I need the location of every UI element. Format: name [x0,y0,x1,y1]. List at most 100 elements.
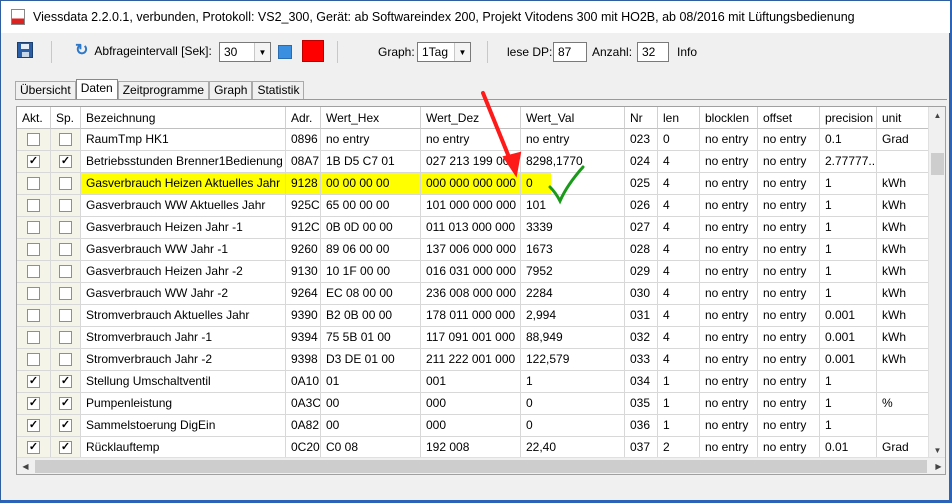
sp-checkbox[interactable] [59,287,72,300]
vertical-scroll-thumb[interactable] [931,153,944,175]
cell-len[interactable]: 0 [658,129,700,151]
info-button[interactable]: Info [677,45,697,59]
cell-wert-dez[interactable]: 000 [421,393,521,415]
cell-unit[interactable] [877,151,929,173]
akt-checkbox[interactable] [27,331,40,344]
header-col-adr[interactable]: Adr. [286,107,321,129]
cell-wert-dez[interactable]: 001 [421,371,521,393]
akt-checkbox[interactable] [27,199,40,212]
cell-precision[interactable]: 1 [820,173,877,195]
scroll-right-icon[interactable]: ▶ [930,458,945,474]
cell-wert-val[interactable]: 2284 [521,283,625,305]
cell-precision[interactable]: 1 [820,283,877,305]
cell-wert-val[interactable]: 0 [521,393,625,415]
tab-graph[interactable]: Graph [209,81,253,100]
sp-checkbox[interactable] [59,353,72,366]
cell-adr[interactable]: 925C [286,195,321,217]
cell-nr[interactable]: 034 [625,371,658,393]
cell-bezeichnung[interactable]: Rücklauftemp [81,437,286,459]
table-row[interactable]: RaumTmp HK1 0896 no entry no entry no entry 0… [17,129,929,151]
cell-offset[interactable]: no entry [758,415,820,437]
cell-offset[interactable]: no entry [758,327,820,349]
save-icon[interactable] [17,42,33,58]
cell-len[interactable]: 1 [658,371,700,393]
vertical-scrollbar[interactable]: ▲ ▼ [928,107,945,459]
cell-nr[interactable]: 033 [625,349,658,371]
cell-nr[interactable]: 036 [625,415,658,437]
sp-checkbox[interactable] [59,309,72,322]
cell-offset[interactable]: no entry [758,261,820,283]
cell-blocklen[interactable]: no entry [700,173,758,195]
cell-offset[interactable]: no entry [758,217,820,239]
cell-nr[interactable]: 029 [625,261,658,283]
cell-unit[interactable]: kWh [877,283,929,305]
cell-unit[interactable]: kWh [877,261,929,283]
cell-blocklen[interactable]: no entry [700,437,758,459]
cell-wert-hex[interactable]: 89 06 00 00 [321,239,421,261]
cell-precision[interactable]: 1 [820,217,877,239]
cell-bezeichnung[interactable]: Gasverbrauch WW Aktuelles Jahr [81,195,286,217]
tab-zeitprogramme[interactable]: Zeitprogramme [117,81,210,100]
cell-wert-val[interactable]: 0 [521,173,625,195]
cell-nr[interactable]: 028 [625,239,658,261]
cell-len[interactable]: 4 [658,261,700,283]
horizontal-scrollbar[interactable]: ◀ ▶ [17,457,945,474]
cell-adr[interactable]: 9394 [286,327,321,349]
cell-precision[interactable]: 1 [820,415,877,437]
header-col-unit[interactable]: unit [877,107,929,129]
cell-blocklen[interactable]: no entry [700,283,758,305]
cell-unit[interactable]: Grad [877,437,929,459]
cell-len[interactable]: 1 [658,415,700,437]
header-col-nr[interactable]: Nr [625,107,658,129]
cell-precision[interactable]: 1 [820,239,877,261]
cell-nr[interactable]: 025 [625,173,658,195]
cell-adr[interactable]: 9128 [286,173,321,195]
cell-adr[interactable]: 9390 [286,305,321,327]
cell-wert-hex[interactable]: 10 1F 00 00 [321,261,421,283]
cell-blocklen[interactable]: no entry [700,217,758,239]
cell-blocklen[interactable]: no entry [700,151,758,173]
cell-blocklen[interactable]: no entry [700,415,758,437]
cell-adr[interactable]: 9264 [286,283,321,305]
cell-unit[interactable] [877,371,929,393]
cell-len[interactable]: 1 [658,393,700,415]
cell-bezeichnung[interactable]: Gasverbrauch WW Jahr -2 [81,283,286,305]
table-row[interactable]: Gasverbrauch WW Aktuelles Jahr 925C 65 00 … [17,195,929,217]
stop-icon[interactable] [302,40,324,62]
cell-offset[interactable]: no entry [758,349,820,371]
cell-unit[interactable]: kWh [877,305,929,327]
cell-len[interactable]: 4 [658,151,700,173]
table-row[interactable]: Gasverbrauch Heizen Aktuelles Jahr 9128 00… [17,173,929,195]
header-col-akt[interactable]: Akt. [17,107,51,129]
cell-wert-dez[interactable]: 236 008 000 000 [421,283,521,305]
sp-checkbox[interactable]: ✓ [59,419,72,432]
tab-uebersicht[interactable]: Übersicht [15,81,76,100]
table-row[interactable]: ✓ ✓ Betriebsstunden Brenner1Bedienung 08A7 1… [17,151,929,173]
cell-wert-hex[interactable]: 00 [321,415,421,437]
table-row[interactable]: ✓ ✓ Rücklauftemp 0C20 C0 08 192 008 22,40 037 2 n… [17,437,929,459]
cell-wert-hex[interactable]: 0B 0D 00 00 [321,217,421,239]
sp-checkbox[interactable] [59,221,72,234]
cell-wert-dez[interactable]: 027 213 199 001 [421,151,521,173]
table-row[interactable]: ✓ ✓ Sammelstoerung DigEin 0A82 00 000 0 036 1 no … [17,415,929,437]
akt-checkbox[interactable]: ✓ [27,397,40,410]
cell-nr[interactable]: 023 [625,129,658,151]
cell-wert-dez[interactable]: 117 091 001 000 [421,327,521,349]
cell-wert-hex[interactable]: 1B D5 C7 01 [321,151,421,173]
anzahl-input[interactable]: 32 [637,42,669,62]
cell-blocklen[interactable]: no entry [700,305,758,327]
cell-nr[interactable]: 027 [625,217,658,239]
cell-blocklen[interactable]: no entry [700,327,758,349]
table-row[interactable]: Gasverbrauch Heizen Jahr -2 9130 10 1F 00 … [17,261,929,283]
akt-checkbox[interactable]: ✓ [27,441,40,454]
cell-unit[interactable]: kWh [877,217,929,239]
cell-wert-val[interactable]: 8298,1770 [521,151,625,173]
cell-wert-val[interactable]: 2,994 [521,305,625,327]
cell-blocklen[interactable]: no entry [700,393,758,415]
cell-nr[interactable]: 037 [625,437,658,459]
cell-bezeichnung[interactable]: Stromverbrauch Jahr -2 [81,349,286,371]
akt-checkbox[interactable] [27,133,40,146]
cell-adr[interactable]: 08A7 [286,151,321,173]
cell-len[interactable]: 2 [658,437,700,459]
cell-adr[interactable]: 0C20 [286,437,321,459]
